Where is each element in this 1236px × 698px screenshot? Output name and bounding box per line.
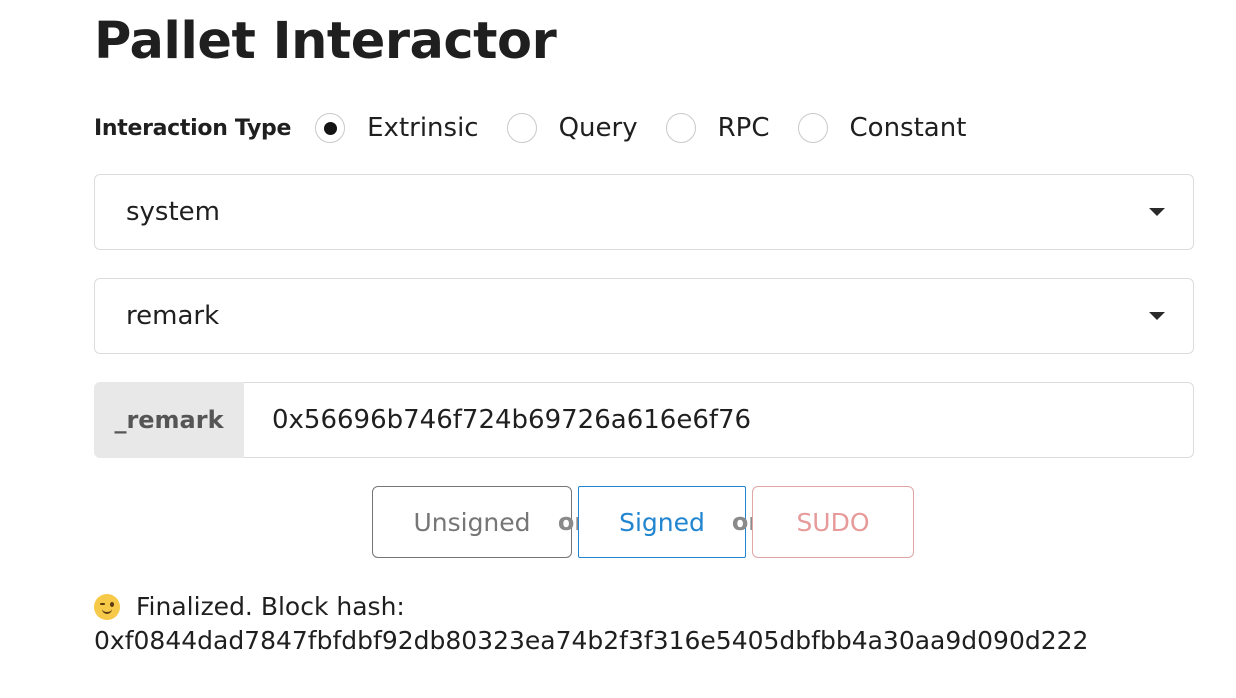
remark-param-label: _remark xyxy=(94,382,244,458)
radio-circle-query[interactable] xyxy=(506,113,537,143)
tx-status: Finalized. Block hash: 0xf0844dad7847fbf… xyxy=(94,590,1088,658)
interaction-type-label: Interaction Type xyxy=(94,115,292,141)
callable-dropdown[interactable]: remark xyxy=(94,278,1194,354)
radio-extrinsic[interactable]: Extrinsic xyxy=(315,113,479,143)
radio-rpc[interactable]: RPC xyxy=(665,113,770,143)
signed-button[interactable]: Signed xyxy=(578,486,746,558)
page-title: Pallet Interactor xyxy=(94,12,557,71)
remark-param-input[interactable] xyxy=(244,382,1194,458)
pallet-dropdown[interactable]: system xyxy=(94,174,1194,250)
status-text: Finalized. Block hash: xyxy=(136,592,405,621)
sudo-button[interactable]: SUDO xyxy=(752,486,914,558)
pallet-interactor-page: Pallet Interactor Interaction Type Extri… xyxy=(0,0,1236,698)
pallet-dropdown-value: system xyxy=(126,197,220,227)
radio-circle-extrinsic[interactable] xyxy=(315,113,346,143)
chevron-down-icon[interactable] xyxy=(1149,208,1165,216)
radio-label-extrinsic: Extrinsic xyxy=(367,113,479,143)
interaction-type-group: Interaction Type Extrinsic Query RPC Con… xyxy=(94,106,994,150)
radio-constant[interactable]: Constant xyxy=(797,113,967,143)
unsigned-button[interactable]: Unsigned xyxy=(372,486,572,558)
chevron-down-icon[interactable] xyxy=(1149,312,1165,320)
radio-circle-rpc[interactable] xyxy=(665,113,696,143)
radio-query[interactable]: Query xyxy=(506,113,638,143)
radio-circle-constant[interactable] xyxy=(797,113,828,143)
block-hash: 0xf0844dad7847fbfdbf92db80323ea74b2f3f31… xyxy=(94,626,1089,655)
tx-buttons-group: Unsigned or Signed or SUDO xyxy=(372,486,914,558)
remark-param-field: _remark xyxy=(94,382,1194,458)
radio-label-constant: Constant xyxy=(849,113,967,143)
status-line: Finalized. Block hash: xyxy=(94,590,1088,624)
radio-label-rpc: RPC xyxy=(717,113,770,143)
callable-dropdown-value: remark xyxy=(126,301,220,331)
winking-face-icon xyxy=(94,594,120,620)
radio-label-query: Query xyxy=(558,113,638,143)
